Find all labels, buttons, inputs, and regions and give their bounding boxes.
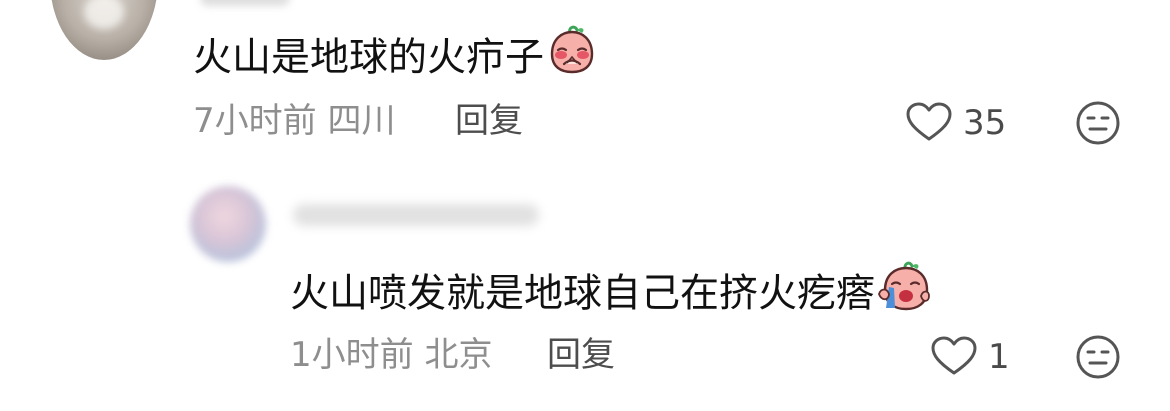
neutral-face-icon[interactable]	[1075, 334, 1121, 380]
heart-outline-icon[interactable]	[930, 336, 978, 376]
username-blurred[interactable]	[293, 204, 539, 226]
like-count: 35	[963, 103, 1007, 143]
reply-button[interactable]: 回复	[455, 101, 523, 141]
reply-button[interactable]: 回复	[547, 335, 615, 375]
comment-body: 火山是地球的火疖子	[193, 25, 598, 92]
comment-time: 1小时前	[290, 335, 414, 375]
reply-label: 回复	[455, 101, 523, 141]
comment-location: 北京	[424, 335, 493, 375]
avatar[interactable]	[50, 0, 158, 60]
like-count: 1	[988, 337, 1010, 377]
blush-emoji-icon	[546, 24, 598, 88]
comment-body: 火山喷发就是地球自己在挤火疙瘩	[290, 261, 931, 328]
comment-text: 火山喷发就是地球自己在挤火疙瘩	[290, 271, 876, 317]
crying-emoji-icon	[877, 260, 931, 324]
reply-label: 回复	[547, 335, 615, 375]
username-blurred[interactable]	[200, 0, 290, 6]
comment-text: 火山是地球的火疖子	[193, 35, 545, 81]
comment-meta: 1小时前 北京	[290, 335, 492, 375]
heart-outline-icon[interactable]	[905, 102, 953, 142]
avatar[interactable]	[190, 186, 266, 262]
comment-time: 7小时前	[193, 101, 317, 141]
comment-meta: 7小时前 四川	[193, 101, 395, 141]
comment-location: 四川	[327, 101, 396, 141]
neutral-face-icon[interactable]	[1075, 100, 1121, 146]
